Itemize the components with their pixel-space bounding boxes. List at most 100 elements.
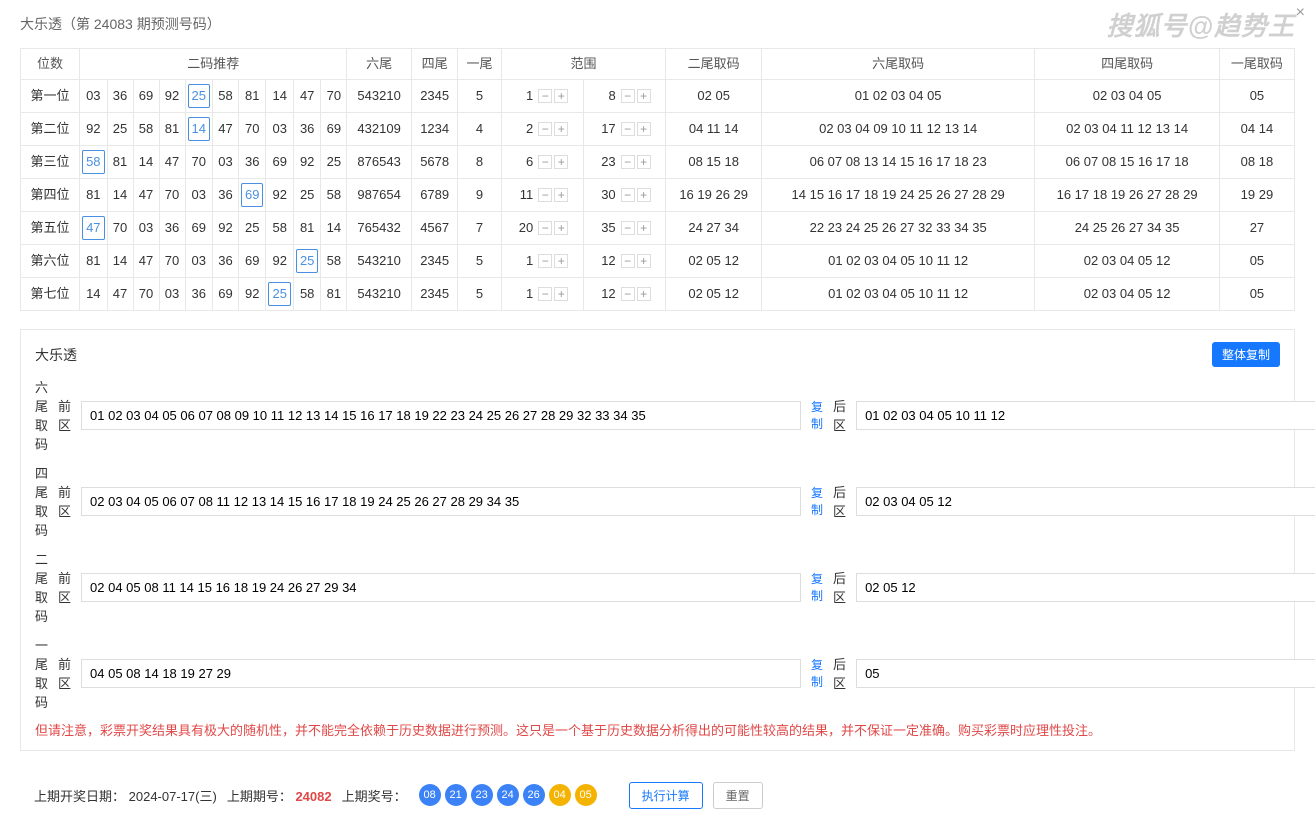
reset-button[interactable]: 重置 <box>713 782 763 809</box>
rec-num[interactable]: 69 <box>239 245 266 278</box>
minus-button[interactable]: − <box>621 89 635 103</box>
minus-button[interactable]: − <box>538 221 552 235</box>
rec-num[interactable]: 47 <box>80 212 107 245</box>
plus-button[interactable]: + <box>637 188 651 202</box>
rec-num[interactable]: 25 <box>293 179 320 212</box>
rec-num[interactable]: 36 <box>239 146 266 179</box>
minus-button[interactable]: − <box>538 188 552 202</box>
rec-num[interactable]: 47 <box>293 80 320 113</box>
rec-num[interactable]: 36 <box>185 278 212 311</box>
rec-num[interactable]: 92 <box>293 146 320 179</box>
rec-num[interactable]: 69 <box>185 212 212 245</box>
rec-num[interactable]: 81 <box>107 146 133 179</box>
rec-num[interactable]: 58 <box>213 80 239 113</box>
minus-button[interactable]: − <box>538 287 552 301</box>
minus-button[interactable]: − <box>538 254 552 268</box>
minus-button[interactable]: − <box>621 254 635 268</box>
rec-num[interactable]: 81 <box>80 179 107 212</box>
rec-num[interactable]: 25 <box>293 245 320 278</box>
rec-num[interactable]: 92 <box>266 245 293 278</box>
rec-num[interactable]: 47 <box>213 113 239 146</box>
rec-num[interactable]: 69 <box>239 179 266 212</box>
rec-num[interactable]: 70 <box>185 146 212 179</box>
back-input[interactable] <box>856 487 1315 516</box>
minus-button[interactable]: − <box>621 287 635 301</box>
front-input[interactable] <box>81 573 801 602</box>
rec-num[interactable]: 03 <box>185 179 212 212</box>
copy-link[interactable]: 复制 <box>811 570 823 604</box>
rec-num[interactable]: 58 <box>293 278 320 311</box>
rec-num[interactable]: 25 <box>239 212 266 245</box>
rec-num[interactable]: 25 <box>321 146 347 179</box>
rec-num[interactable]: 03 <box>266 113 293 146</box>
rec-num[interactable]: 25 <box>185 80 212 113</box>
copy-link[interactable]: 复制 <box>811 484 823 518</box>
rec-num[interactable]: 70 <box>159 179 185 212</box>
rec-num[interactable]: 03 <box>159 278 185 311</box>
rec-num[interactable]: 92 <box>213 212 239 245</box>
minus-button[interactable]: − <box>538 155 552 169</box>
rec-num[interactable]: 69 <box>213 278 239 311</box>
rec-num[interactable]: 58 <box>266 212 293 245</box>
rec-num[interactable]: 36 <box>107 80 133 113</box>
plus-button[interactable]: + <box>554 221 568 235</box>
plus-button[interactable]: + <box>637 89 651 103</box>
plus-button[interactable]: + <box>554 254 568 268</box>
copy-all-button[interactable]: 整体复制 <box>1212 342 1280 367</box>
rec-num[interactable]: 69 <box>321 113 347 146</box>
minus-button[interactable]: − <box>621 221 635 235</box>
minus-button[interactable]: − <box>621 122 635 136</box>
copy-link[interactable]: 复制 <box>811 656 823 690</box>
rec-num[interactable]: 03 <box>185 245 212 278</box>
back-input[interactable] <box>856 573 1315 602</box>
copy-link[interactable]: 复制 <box>811 398 823 432</box>
rec-num[interactable]: 92 <box>239 278 266 311</box>
rec-num[interactable]: 70 <box>133 278 159 311</box>
rec-num[interactable]: 14 <box>107 179 133 212</box>
rec-num[interactable]: 14 <box>185 113 212 146</box>
rec-num[interactable]: 47 <box>133 245 159 278</box>
rec-num[interactable]: 14 <box>80 278 107 311</box>
plus-button[interactable]: + <box>637 221 651 235</box>
rec-num[interactable]: 03 <box>80 80 107 113</box>
front-input[interactable] <box>81 401 801 430</box>
rec-num[interactable]: 70 <box>107 212 133 245</box>
rec-num[interactable]: 81 <box>321 278 347 311</box>
plus-button[interactable]: + <box>637 254 651 268</box>
front-input[interactable] <box>81 487 801 516</box>
rec-num[interactable]: 58 <box>80 146 107 179</box>
plus-button[interactable]: + <box>554 155 568 169</box>
rec-num[interactable]: 58 <box>321 245 347 278</box>
rec-num[interactable]: 58 <box>133 113 159 146</box>
minus-button[interactable]: − <box>538 122 552 136</box>
minus-button[interactable]: − <box>621 188 635 202</box>
minus-button[interactable]: − <box>538 89 552 103</box>
rec-num[interactable]: 25 <box>266 278 293 311</box>
rec-num[interactable]: 58 <box>321 179 347 212</box>
rec-num[interactable]: 70 <box>321 80 347 113</box>
rec-num[interactable]: 81 <box>293 212 320 245</box>
rec-num[interactable]: 14 <box>107 245 133 278</box>
close-icon[interactable]: × <box>1296 4 1305 22</box>
plus-button[interactable]: + <box>637 122 651 136</box>
back-input[interactable] <box>856 401 1315 430</box>
plus-button[interactable]: + <box>554 188 568 202</box>
rec-num[interactable]: 81 <box>80 245 107 278</box>
back-input[interactable] <box>856 659 1315 688</box>
rec-num[interactable]: 47 <box>133 179 159 212</box>
front-input[interactable] <box>81 659 801 688</box>
rec-num[interactable]: 81 <box>239 80 266 113</box>
minus-button[interactable]: − <box>621 155 635 169</box>
rec-num[interactable]: 47 <box>107 278 133 311</box>
plus-button[interactable]: + <box>637 287 651 301</box>
rec-num[interactable]: 36 <box>159 212 185 245</box>
rec-num[interactable]: 70 <box>159 245 185 278</box>
plus-button[interactable]: + <box>554 287 568 301</box>
rec-num[interactable]: 70 <box>239 113 266 146</box>
rec-num[interactable]: 36 <box>293 113 320 146</box>
rec-num[interactable]: 36 <box>213 179 239 212</box>
rec-num[interactable]: 03 <box>133 212 159 245</box>
rec-num[interactable]: 03 <box>213 146 239 179</box>
plus-button[interactable]: + <box>554 89 568 103</box>
plus-button[interactable]: + <box>554 122 568 136</box>
